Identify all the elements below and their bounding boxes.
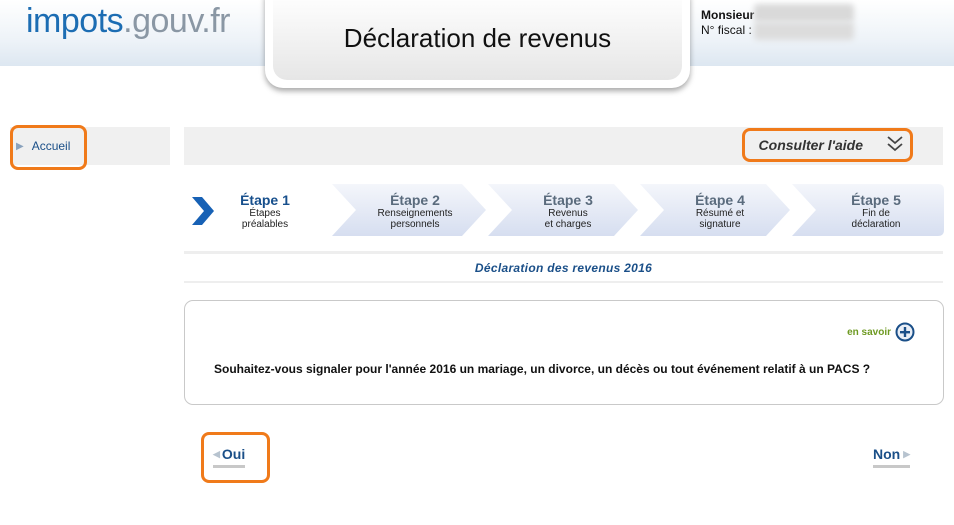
divider <box>184 251 943 254</box>
triangle-right-icon: ▶ <box>903 449 911 459</box>
redacted-name <box>754 4 854 22</box>
step-2: Étape 2 Renseignements personnels <box>332 184 488 236</box>
no-button[interactable]: Non ▶ <box>873 446 911 468</box>
fiscal-number-label: N° fiscal : <box>701 23 752 37</box>
highlight-help <box>742 128 913 162</box>
page-title: Déclaration de revenus <box>343 22 612 53</box>
plus-circle-icon <box>895 322 915 342</box>
step-5: Étape 5 Fin de déclaration <box>792 184 944 236</box>
page-title-banner: Déclaration de revenus <box>265 0 690 88</box>
no-button-label: Non <box>873 446 901 462</box>
progress-steps: Étape 1 Étapes préalables Étape 2 Rensei… <box>184 184 944 236</box>
learn-more-label: en savoir <box>847 326 891 338</box>
step-1: Étape 1 Étapes préalables <box>184 184 336 236</box>
site-logo[interactable]: impots.gouv.fr <box>26 2 231 41</box>
question-text: Souhaitez-vous signaler pour l'année 201… <box>214 362 871 376</box>
step-3: Étape 3 Revenus et charges <box>488 184 640 236</box>
step-4: Étape 4 Résumé et signature <box>640 184 792 236</box>
section-title: Déclaration des revenus 2016 <box>474 261 653 275</box>
highlight-accueil <box>10 125 87 170</box>
highlight-yes <box>201 432 270 483</box>
learn-more-link[interactable]: en savoir <box>847 322 915 342</box>
question-card: en savoir Souhaitez-vous signaler pour l… <box>184 300 944 405</box>
current-step-arrow-icon <box>192 197 214 225</box>
user-name: Monsieur <box>701 8 755 22</box>
user-info: Monsieur N° fiscal : <box>701 8 754 38</box>
redacted-fiscal-number <box>754 22 854 40</box>
divider <box>184 281 943 283</box>
